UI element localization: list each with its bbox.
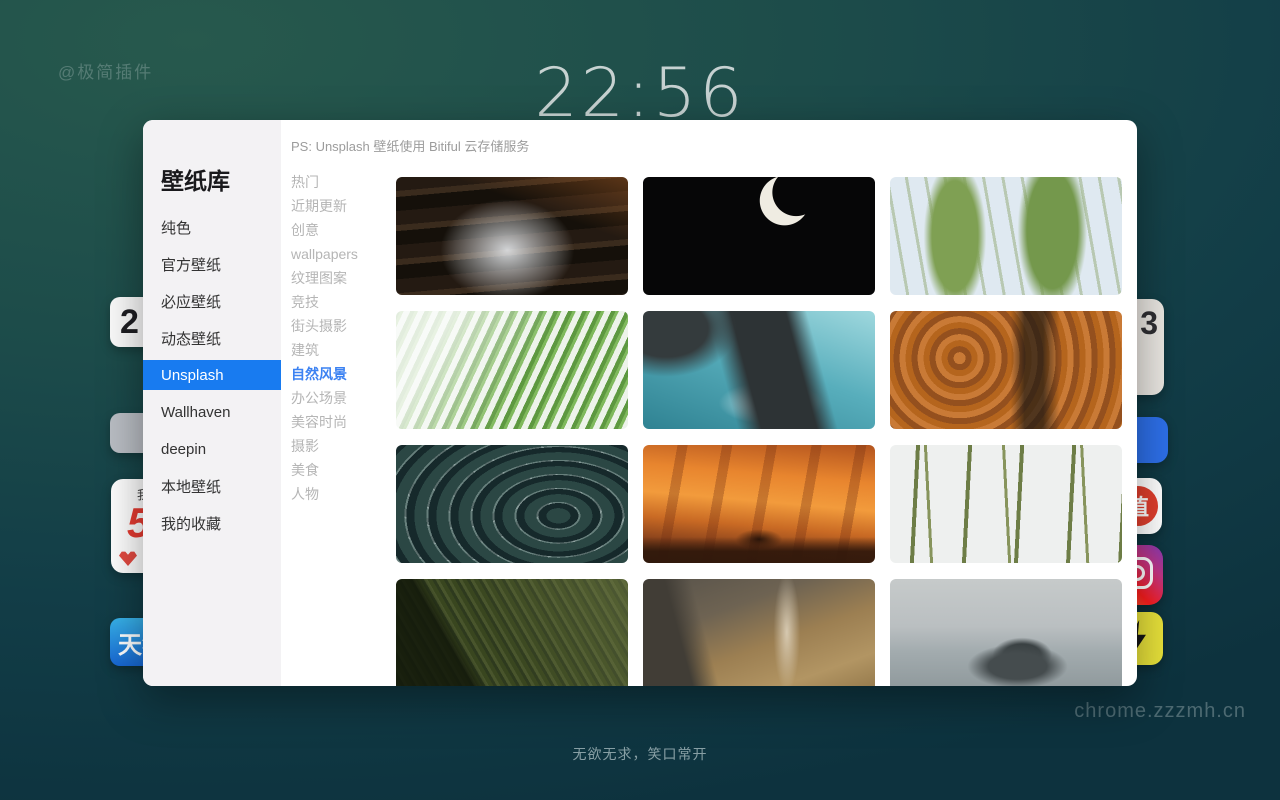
category-item[interactable]: 人物 [291,482,358,506]
wallpaper-thumbnail-rocky-waterfall[interactable] [396,177,628,295]
sidebar-item-label: 纯色 [161,217,191,238]
wallpaper-thumbnail-coastal-waves[interactable] [643,311,875,429]
category-label: 竞技 [291,292,319,312]
sidebar-item-source[interactable]: 本地壁纸 [143,471,281,501]
wallpaper-thumbnail-green-stems[interactable] [890,445,1122,563]
heart-icon [119,550,137,566]
storage-note: PS: Unsplash 壁纸使用 Bitiful 云存储服务 [291,136,529,155]
category-list: 热门 近期更新 创意 wallpapers 纹理图案 [291,170,358,506]
category-label: 热门 [291,172,319,192]
category-item[interactable]: 建筑 [291,338,358,362]
category-item[interactable]: 热门 [291,170,358,194]
wallpaper-thumbnail-banana-leaf[interactable] [396,579,628,686]
source-list: 纯色 官方壁纸 必应壁纸 动态壁纸 Unsplash [143,212,281,538]
calendar-digit: 2 [120,303,139,342]
sidebar-item-label: deepin [161,441,206,458]
wallpaper-thumbnail-orange-lichen[interactable] [890,311,1122,429]
wallpaper-thumbnail-sunset-sky[interactable] [643,445,875,563]
category-label: 街头摄影 [291,316,347,336]
wallpaper-thumbnail-foggy-sea-rocks[interactable] [890,579,1122,686]
wallpaper-thumbnail-mountain-trail[interactable] [643,579,875,686]
category-item[interactable]: 摄影 [291,434,358,458]
category-item[interactable]: 近期更新 [291,194,358,218]
sidebar-item-label: 官方壁纸 [161,254,221,275]
wallpaper-thumbnail-frosted-leaves[interactable] [396,445,628,563]
sidebar-item-label: 动态壁纸 [161,328,221,349]
category-label: 美容时尚 [291,412,347,432]
wallpaper-sources-sidebar: 壁纸库 纯色 官方壁纸 必应壁纸 动态壁纸 [143,120,281,686]
wallpaper-library-modal: 壁纸库 纯色 官方壁纸 必应壁纸 动态壁纸 [143,120,1137,686]
wallpaper-thumbnail-crescent-moon[interactable] [643,177,875,295]
sidebar-item-source[interactable]: Wallhaven [143,397,281,427]
sidebar-item-label: 本地壁纸 [161,476,221,497]
date-widget-digit: 3 [1140,305,1158,342]
sidebar-item-source[interactable]: 纯色 [143,212,281,242]
sidebar-item-label: Wallhaven [161,404,230,421]
sidebar-item-source[interactable]: Unsplash [143,360,281,390]
category-item[interactable]: 美容时尚 [291,410,358,434]
modal-content: PS: Unsplash 壁纸使用 Bitiful 云存储服务 热门 近期更新 … [281,120,1137,686]
site-url: chrome.zzzmh.cn [1074,700,1246,723]
sidebar-item-source[interactable]: 我的收藏 [143,508,281,538]
sidebar-item-source[interactable]: 官方壁纸 [143,249,281,279]
wallpaper-thumbnail-palm-fronds[interactable] [396,311,628,429]
category-label: 建筑 [291,340,319,360]
category-label: 办公场景 [291,388,347,408]
category-label: wallpapers [291,246,358,262]
sidebar-item-label: 我的收藏 [161,513,221,534]
modal-title: 壁纸库 [161,162,281,196]
category-item[interactable]: 竞技 [291,290,358,314]
sidebar-item-label: Unsplash [161,367,224,384]
category-item[interactable]: 街头摄影 [291,314,358,338]
category-label: 纹理图案 [291,268,347,288]
sidebar-item-source[interactable]: 必应壁纸 [143,286,281,316]
category-item[interactable]: 办公场景 [291,386,358,410]
category-item[interactable]: 自然风景 [291,362,358,386]
category-label: 摄影 [291,436,319,456]
sidebar-item-source[interactable]: 动态壁纸 [143,323,281,353]
sidebar-item-source[interactable]: deepin [143,434,281,464]
category-label: 创意 [291,220,319,240]
category-label: 人物 [291,484,319,504]
motto-text: 无欲无求，笑口常开 [0,744,1280,764]
category-item[interactable]: 纹理图案 [291,266,358,290]
category-item[interactable]: wallpapers [291,242,358,266]
wallpaper-thumbnail-cactus-branches[interactable] [890,177,1122,295]
wallpaper-grid [396,177,1122,686]
category-label: 自然风景 [291,364,347,384]
category-item[interactable]: 美食 [291,458,358,482]
sidebar-item-label: 必应壁纸 [161,291,221,312]
category-label: 美食 [291,460,319,480]
category-label: 近期更新 [291,196,347,216]
desktop: @极简插件 22:56 无欲无求，笑口常开 chrome.zzzmh.cn 2 … [0,0,1280,800]
category-item[interactable]: 创意 [291,218,358,242]
